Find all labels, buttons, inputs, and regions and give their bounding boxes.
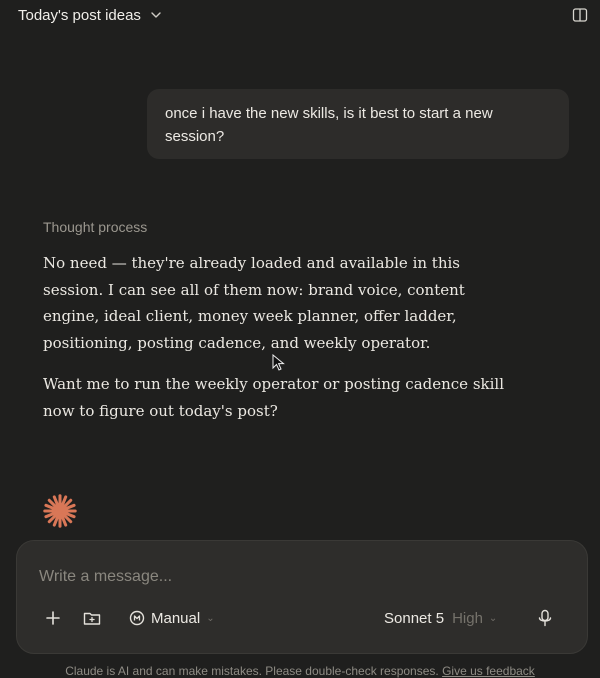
conversation-title-button[interactable]: Today's post ideas [18,4,163,26]
user-message-bubble: once i have the new skills, is it best t… [147,89,569,159]
microphone-icon [538,609,552,627]
plus-icon [46,611,60,625]
mouse-pointer-icon [272,354,285,371]
project-folder-button[interactable] [83,608,103,628]
folder-icon [83,612,101,625]
add-attachment-button[interactable] [45,608,63,628]
mode-icon [129,610,145,626]
conversation-title: Today's post ideas [18,6,141,24]
model-selector[interactable]: Sonnet 5 High ⌄ [384,608,497,628]
mode-label: Manual [151,609,201,627]
sidebar-toggle-icon[interactable] [572,7,588,23]
chevron-down-icon: ⌄ [488,612,498,624]
chevron-down-icon: ⌄ [206,612,215,624]
voice-input-button[interactable] [535,608,555,628]
claude-spark-icon [43,494,77,528]
assistant-reply-paragraph: No need — they're already loaded and ava… [43,254,465,352]
model-label: Sonnet 5 [384,609,445,627]
message-input[interactable] [39,565,559,589]
effort-label: High [452,609,483,627]
mode-selector[interactable]: Manual ⌄ [129,608,215,628]
chevron-down-icon [149,8,163,22]
thought-process-toggle[interactable]: Thought process [43,219,147,235]
top-bar: Today's post ideas [0,0,600,30]
assistant-reply-paragraph: Want me to run the weekly operator or po… [43,375,505,420]
message-composer: Manual ⌄ Sonnet 5 High ⌄ [16,540,588,654]
